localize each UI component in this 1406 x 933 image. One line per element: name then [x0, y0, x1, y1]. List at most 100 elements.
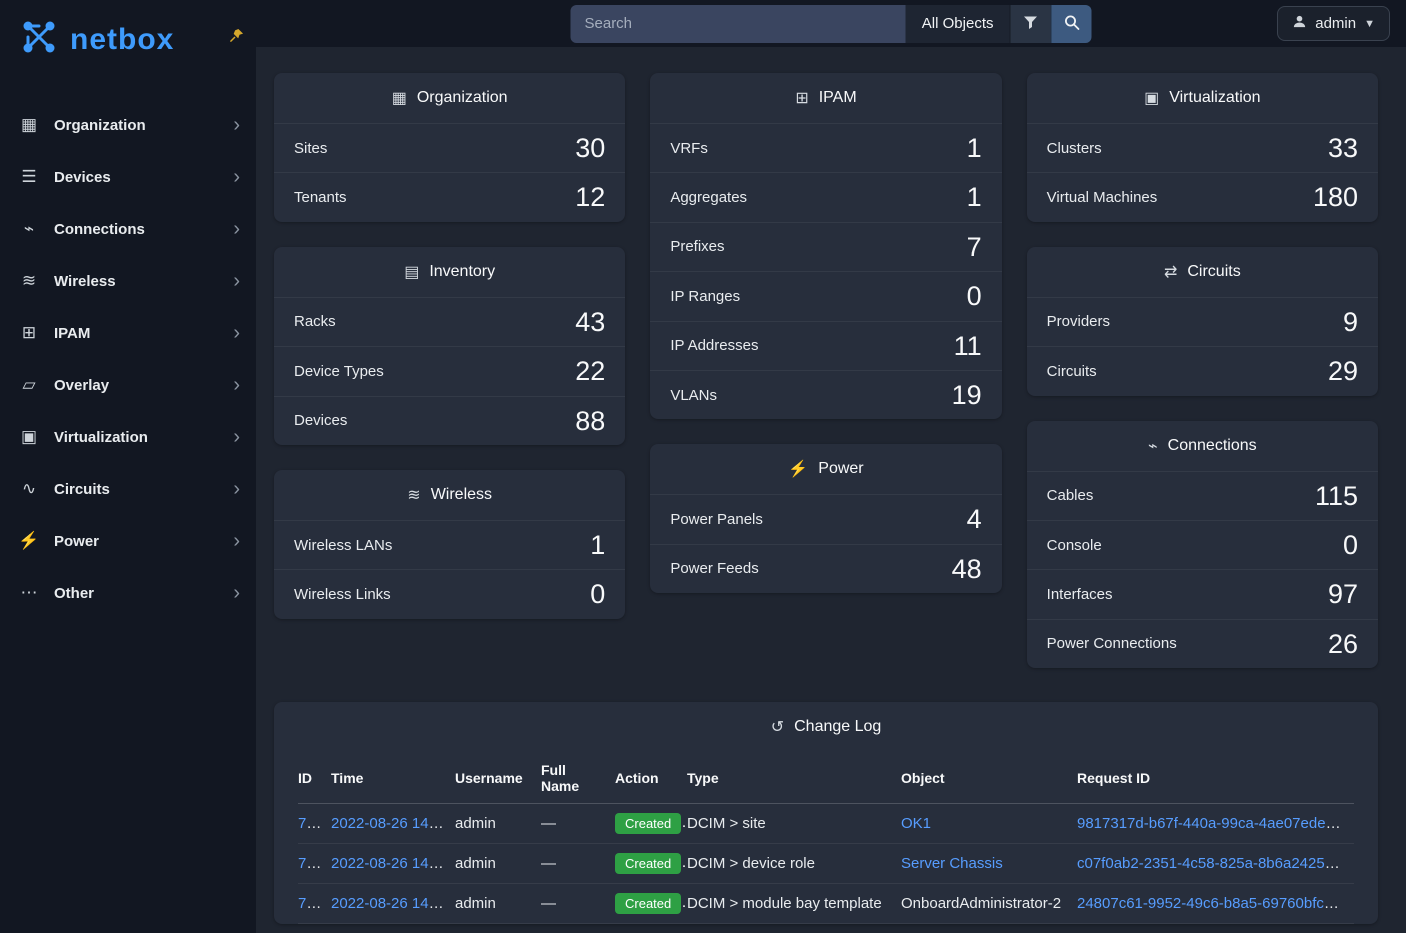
other-icon: ⋯ — [18, 583, 40, 603]
changelog-id-cell: 755 — [298, 804, 331, 844]
stat-row[interactable]: Tenants 12 — [274, 172, 625, 221]
created-badge: Created — [615, 893, 681, 914]
card-organization: ▦ Organization Sites 30 Tenants 12 — [274, 73, 625, 222]
column-header-type: Type — [687, 754, 901, 804]
sidebar-item-power[interactable]: ⚡ Power › — [0, 515, 256, 567]
cable-icon: ⌁ — [1148, 436, 1158, 456]
card-title: Circuits — [1187, 263, 1240, 281]
ipam-icon: ⊞ — [18, 323, 40, 343]
stat-row[interactable]: IP Ranges 0 — [650, 271, 1001, 320]
sidebar-item-label: Power — [54, 533, 99, 550]
stat-row[interactable]: Circuits 29 — [1027, 346, 1378, 395]
stat-label: Interfaces — [1047, 586, 1113, 603]
column-header-username: Username — [455, 754, 541, 804]
stat-row[interactable]: Wireless LANs 1 — [274, 520, 625, 569]
ipam-icon: ⊞ — [795, 88, 808, 108]
changelog-time-link[interactable]: 2022-08-26 14:15 — [331, 895, 449, 912]
changelog-id-link[interactable]: 753 — [298, 895, 323, 912]
card-title: Inventory — [429, 263, 495, 281]
sidebar-item-label: Other — [54, 585, 94, 602]
stat-value: 11 — [954, 330, 982, 362]
chevron-right-icon: › — [233, 427, 240, 447]
stat-row[interactable]: Virtual Machines 180 — [1027, 172, 1378, 221]
sidebar-item-other[interactable]: ⋯ Other › — [0, 567, 256, 619]
sidebar-item-connections[interactable]: ⌁ Connections › — [0, 203, 256, 255]
stat-label: Power Connections — [1047, 635, 1177, 652]
stat-label: Providers — [1047, 313, 1110, 330]
lightning-icon: ⚡ — [788, 459, 808, 479]
stat-row[interactable]: Interfaces 97 — [1027, 569, 1378, 618]
search-input[interactable] — [571, 5, 906, 43]
sidebar-item-organization[interactable]: ▦ Organization › — [0, 99, 256, 151]
changelog-time-link[interactable]: 2022-08-26 14:17 — [331, 855, 449, 872]
sidebar-item-virtualization[interactable]: ▣ Virtualization › — [0, 411, 256, 463]
stat-label: Wireless LANs — [294, 537, 392, 554]
sidebar-item-devices[interactable]: ☰ Devices › — [0, 151, 256, 203]
stat-label: Power Feeds — [670, 560, 758, 577]
changelog-type-cell: DCIM > site — [687, 804, 901, 844]
changelog-action-cell: Created — [615, 804, 687, 844]
changelog-request-link[interactable]: 24807c61-9952-49c6-b8a5-69760bfcc4b3 — [1077, 895, 1354, 912]
brand[interactable]: netbox — [0, 0, 256, 81]
chevron-right-icon: › — [233, 323, 240, 343]
chevron-right-icon: › — [233, 271, 240, 291]
stat-row[interactable]: VRFs 1 — [650, 123, 1001, 172]
transfer-icon: ⇄ — [1164, 262, 1177, 282]
card-power: ⚡ Power Power Panels 4 Power Feeds 48 — [650, 444, 1001, 593]
wireless-icon: ≋ — [18, 271, 40, 291]
stat-row[interactable]: Power Feeds 48 — [650, 544, 1001, 593]
stat-value: 180 — [1313, 181, 1358, 213]
search-submit-button[interactable] — [1051, 5, 1092, 43]
stat-row[interactable]: Power Connections 26 — [1027, 619, 1378, 668]
stat-value: 4 — [967, 503, 982, 535]
organization-icon: ▦ — [18, 115, 40, 135]
changelog-type-cell: DCIM > device role — [687, 844, 901, 884]
stat-row[interactable]: Cables 115 — [1027, 471, 1378, 520]
column-header-id: ID — [298, 754, 331, 804]
filter-button[interactable] — [1010, 5, 1051, 43]
stat-row[interactable]: Providers 9 — [1027, 297, 1378, 346]
sidebar-item-label: Overlay — [54, 377, 109, 394]
chevron-right-icon: › — [233, 375, 240, 395]
stat-row[interactable]: Device Types 22 — [274, 346, 625, 395]
changelog-request-cell: 9817317d-b67f-440a-99ca-4ae07ede94df — [1077, 804, 1354, 844]
stat-row[interactable]: Prefixes 7 — [650, 222, 1001, 271]
changelog-request-link[interactable]: 9817317d-b67f-440a-99ca-4ae07ede94df — [1077, 815, 1354, 832]
changelog-action-cell: Created — [615, 884, 687, 924]
changelog-id-link[interactable]: 754 — [298, 855, 323, 872]
card-title: Connections — [1168, 437, 1257, 455]
stat-row[interactable]: Devices 88 — [274, 396, 625, 445]
stat-label: Device Types — [294, 363, 384, 380]
changelog-object-link[interactable]: Server Chassis — [901, 855, 1003, 872]
stat-value: 26 — [1328, 628, 1358, 660]
stat-row[interactable]: Power Panels 4 — [650, 494, 1001, 543]
stat-row[interactable]: Racks 43 — [274, 297, 625, 346]
changelog-time-cell: 2022-08-26 14:17 — [331, 844, 455, 884]
card-title: Organization — [417, 89, 508, 107]
sidebar-pin-icon[interactable] — [229, 28, 244, 48]
changelog-id-link[interactable]: 755 — [298, 815, 323, 832]
stat-row[interactable]: IP Addresses 11 — [650, 321, 1001, 370]
stat-row[interactable]: Wireless Links 0 — [274, 569, 625, 618]
stat-row[interactable]: Clusters 33 — [1027, 123, 1378, 172]
object-type-selector[interactable]: All Objects — [906, 5, 1010, 43]
changelog-object-link[interactable]: OK1 — [901, 815, 931, 832]
changelog-request-link[interactable]: c07f0ab2-2351-4c58-825a-8b6a2425a1ab — [1077, 855, 1354, 872]
table-row: 7542022-08-26 14:17admin—CreatedDCIM > d… — [298, 844, 1354, 884]
chevron-right-icon: › — [233, 531, 240, 551]
changelog-username-cell: admin — [455, 884, 541, 924]
card-virtualization: ▣ Virtualization Clusters 33 Virtual Mac… — [1027, 73, 1378, 222]
changelog-time-link[interactable]: 2022-08-26 14:22 — [331, 815, 449, 832]
card-column: ▦ Organization Sites 30 Tenants 12 ▤ Inv… — [274, 73, 625, 693]
stat-row[interactable]: Sites 30 — [274, 123, 625, 172]
stat-row[interactable]: Aggregates 1 — [650, 172, 1001, 221]
stat-row[interactable]: VLANs 19 — [650, 370, 1001, 419]
stat-row[interactable]: Console 0 — [1027, 520, 1378, 569]
sidebar-item-wireless[interactable]: ≋ Wireless › — [0, 255, 256, 307]
stat-value: 9 — [1343, 306, 1358, 338]
changelog-action-cell: Created — [615, 844, 687, 884]
user-menu-button[interactable]: admin ▼ — [1277, 6, 1390, 41]
sidebar-item-overlay[interactable]: ▱ Overlay › — [0, 359, 256, 411]
sidebar-item-ipam[interactable]: ⊞ IPAM › — [0, 307, 256, 359]
sidebar-item-circuits[interactable]: ∿ Circuits › — [0, 463, 256, 515]
